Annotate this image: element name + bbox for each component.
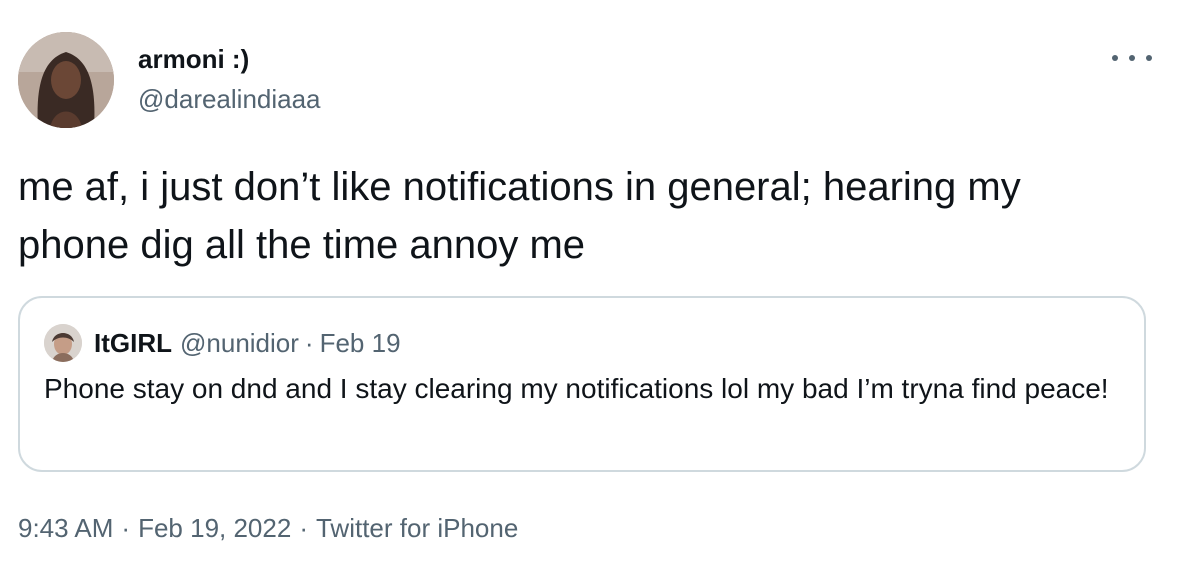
footer-separator: · (121, 513, 131, 543)
quoted-tweet-date[interactable]: Feb 19 (320, 326, 401, 360)
footer-separator: · (299, 513, 308, 543)
tweet-source[interactable]: Twitter for iPhone (316, 513, 518, 543)
more-dot (1112, 55, 1118, 61)
author-handle[interactable]: @darealindiaaa (138, 82, 321, 116)
author-avatar[interactable] (18, 32, 114, 128)
quoted-meta-separator: · (304, 328, 314, 358)
tweet-text: me af, i just don’t like notifications i… (18, 165, 1021, 267)
more-dot (1146, 55, 1152, 61)
quoted-tweet-header: ItGIRL @nunidior · Feb 19 (44, 324, 401, 362)
author-avatar-image (18, 32, 114, 128)
quoted-tweet-text: Phone stay on dnd and I stay clearing my… (44, 373, 1109, 404)
tweet-date[interactable]: Feb 19, 2022 (138, 513, 291, 543)
quoted-author-avatar-image (44, 324, 82, 362)
author-name[interactable]: armoni :) (138, 42, 249, 76)
more-horizontal-icon[interactable] (1112, 44, 1152, 72)
tweet-time[interactable]: 9:43 AM (18, 513, 113, 543)
quoted-tweet-card[interactable]: ItGIRL @nunidior · Feb 19 Phone stay on … (18, 296, 1146, 472)
tweet-footer: 9:43 AM · Feb 19, 2022 · Twitter for iPhone (18, 510, 518, 546)
quoted-author-avatar[interactable] (44, 324, 82, 362)
quoted-author-name[interactable]: ItGIRL (94, 326, 172, 360)
quoted-author-handle[interactable]: @nunidior (180, 326, 299, 360)
more-dot (1129, 55, 1135, 61)
